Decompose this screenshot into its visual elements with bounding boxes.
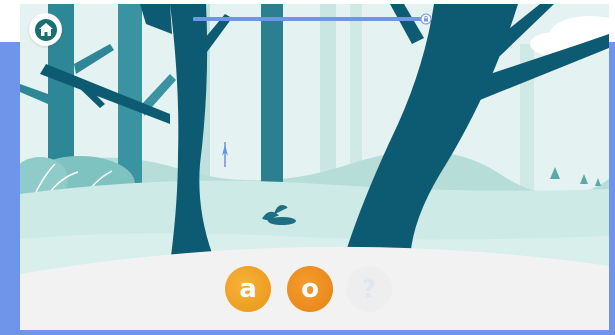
tile-letter: o (301, 274, 319, 304)
answer-tile-o[interactable]: o (287, 266, 333, 312)
progress-fill (193, 17, 423, 21)
tile-letter: a (239, 274, 257, 304)
level-progress-bar (193, 15, 425, 23)
answer-tile-a[interactable]: a (225, 266, 271, 312)
game-screen: a o ? (0, 0, 615, 335)
home-icon (34, 18, 57, 41)
answer-slot-empty[interactable]: ? (346, 266, 392, 312)
lock-icon (421, 13, 431, 25)
question-mark-icon: ? (362, 275, 376, 303)
home-button[interactable] (29, 13, 62, 46)
